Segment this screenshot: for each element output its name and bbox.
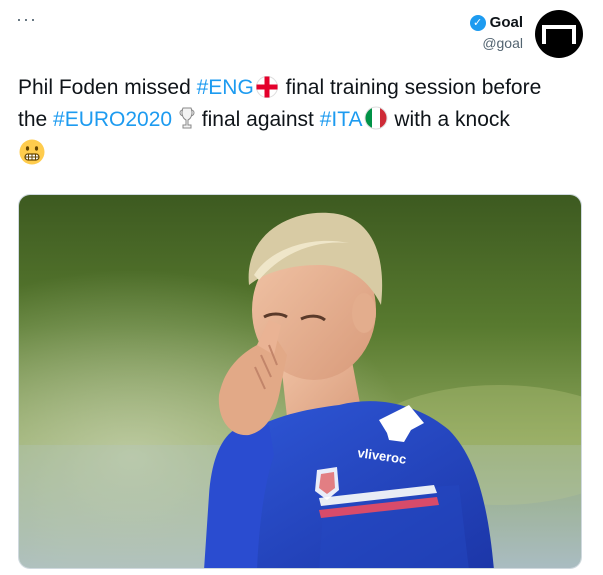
avatar[interactable] — [535, 10, 583, 58]
verified-icon: ✓ — [469, 14, 486, 31]
hashtag-eng[interactable]: #ENG — [197, 76, 254, 99]
author-block[interactable]: ✓ Goal @goal — [469, 14, 523, 51]
author-handle[interactable]: @goal — [470, 35, 523, 51]
hashtag-ita[interactable]: #ITA — [320, 108, 363, 131]
grimacing-face-icon — [18, 138, 46, 174]
england-flag-icon — [254, 76, 280, 106]
trophy-icon — [178, 106, 196, 138]
tweet-text: Phil Foden missed #ENG final training se… — [18, 74, 593, 174]
hashtag-euro2020[interactable]: #EURO2020 — [53, 108, 172, 131]
tweet-photo[interactable]: vliveroc — [18, 194, 582, 569]
goal-logo — [542, 25, 576, 44]
author-name[interactable]: Goal — [490, 14, 523, 31]
more-options-button[interactable]: ··· — [16, 10, 37, 28]
player-photo: vliveroc — [19, 195, 581, 568]
italy-flag-icon — [363, 106, 389, 138]
